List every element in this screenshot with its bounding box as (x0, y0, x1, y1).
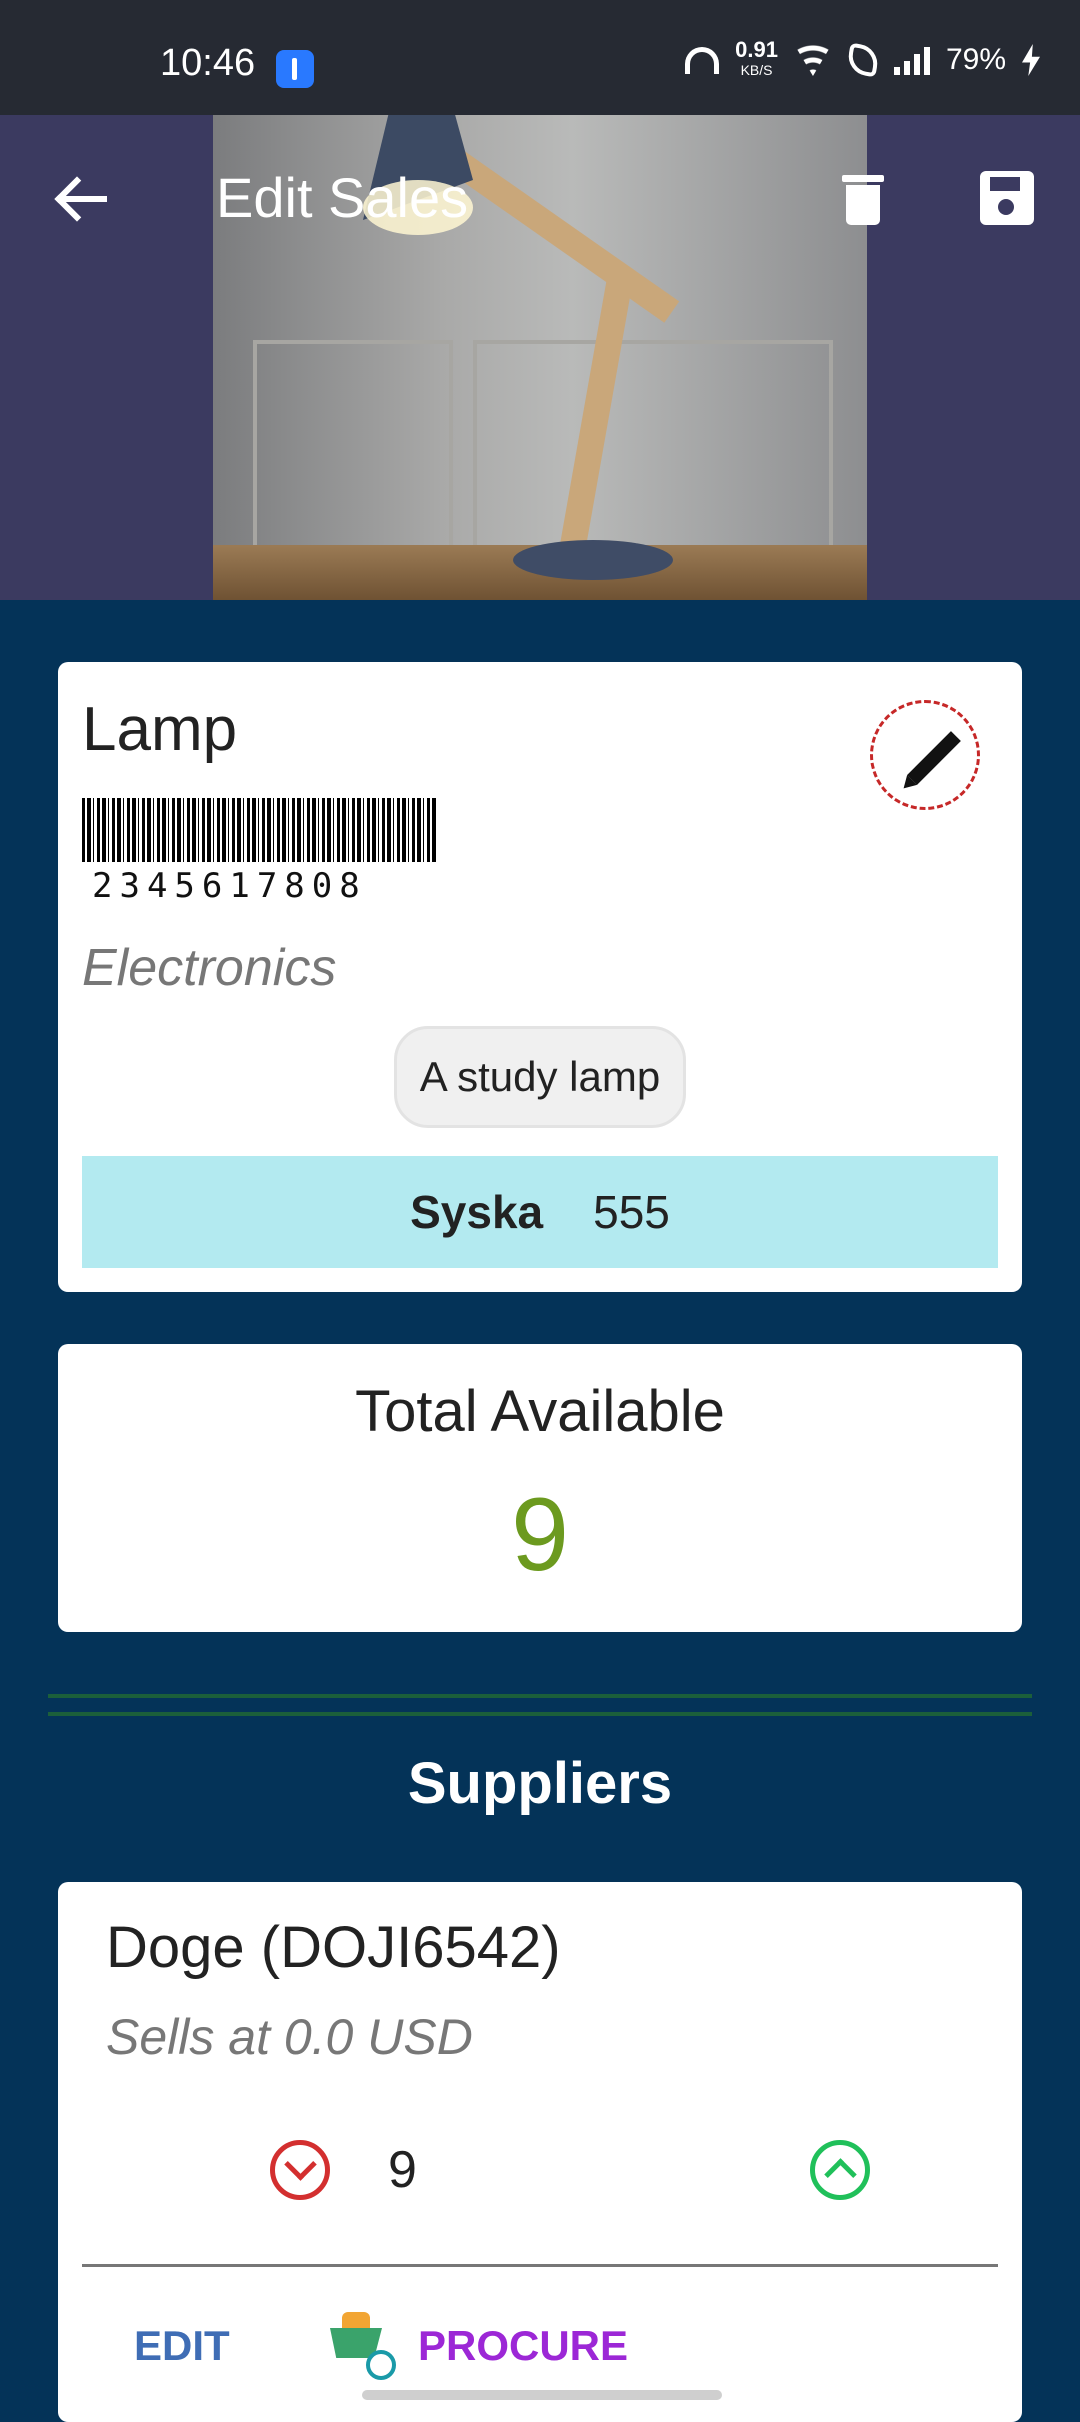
app-bar: Edit Sales (0, 115, 1080, 285)
clock-icon (366, 2350, 396, 2380)
home-indicator[interactable] (362, 2390, 722, 2400)
brand-name: Syska (410, 1186, 544, 1238)
save-icon[interactable] (980, 171, 1034, 225)
edit-product-button[interactable] (870, 700, 980, 810)
supplier-quantity: 9 (388, 2141, 417, 2199)
barcode-number: 2345617808 (92, 866, 367, 906)
network-speed-unit: KB/S (740, 62, 773, 78)
headset-icon (685, 46, 720, 74)
battery-percent: 79% (945, 43, 1006, 76)
procure-button[interactable]: PROCURE (418, 2322, 628, 2370)
pencil-icon (907, 731, 961, 785)
description-chip: A study lamp (394, 1026, 686, 1128)
usb-icon (276, 50, 314, 88)
supplier-price: Sells at 0.0 USD (106, 2009, 473, 2065)
charging-icon (1022, 44, 1040, 76)
supplier-edit-button[interactable]: EDIT (134, 2322, 230, 2370)
section-divider (48, 1712, 1032, 1716)
description-text: A study lamp (419, 1053, 661, 1100)
wifi-icon (793, 44, 832, 76)
lamp-base (513, 540, 673, 580)
status-icons: 0.91 KB/S 79% (685, 37, 1040, 80)
total-available-card: Total Available 9 (58, 1344, 1022, 1632)
supplier-card: Doge (DOJI6542) Sells at 0.0 USD 9 EDIT … (58, 1882, 1022, 2422)
wifi-call-icon (845, 42, 881, 78)
barcode-image (82, 798, 438, 862)
wall-panel (253, 340, 453, 570)
brand-value: 555 (593, 1186, 670, 1238)
wall-panel (473, 340, 833, 570)
decrement-quantity-button[interactable] (270, 2140, 330, 2200)
network-speed: 0.91 KB/S (735, 37, 778, 80)
product-name: Lamp (82, 695, 238, 764)
delete-icon[interactable] (842, 171, 884, 225)
section-divider (48, 1694, 1032, 1698)
brand-strip: Syska 555 (82, 1156, 998, 1268)
status-time: 10:46 (160, 42, 256, 84)
product-card: Lamp 2345617808 Electronics A study lamp… (58, 662, 1022, 1292)
page-title: Edit Sales (216, 166, 469, 229)
signal-icon (893, 45, 930, 75)
total-available-value: 9 (511, 1477, 569, 1593)
network-speed-value: 0.91 (735, 37, 778, 62)
back-arrow-icon[interactable] (55, 173, 109, 227)
total-available-label: Total Available (355, 1379, 725, 1444)
suppliers-heading: Suppliers (407, 1751, 673, 1816)
status-bar: 10:46 0.91 KB/S 79% (0, 0, 1080, 115)
product-category: Electronics (82, 939, 337, 997)
cart-goods (342, 2312, 370, 2330)
supplier-divider (82, 2264, 998, 2267)
supplier-name: Doge (DOJI6542) (106, 1915, 561, 1980)
procure-cart-icon[interactable] (324, 2312, 400, 2382)
increment-quantity-button[interactable] (810, 2140, 870, 2200)
